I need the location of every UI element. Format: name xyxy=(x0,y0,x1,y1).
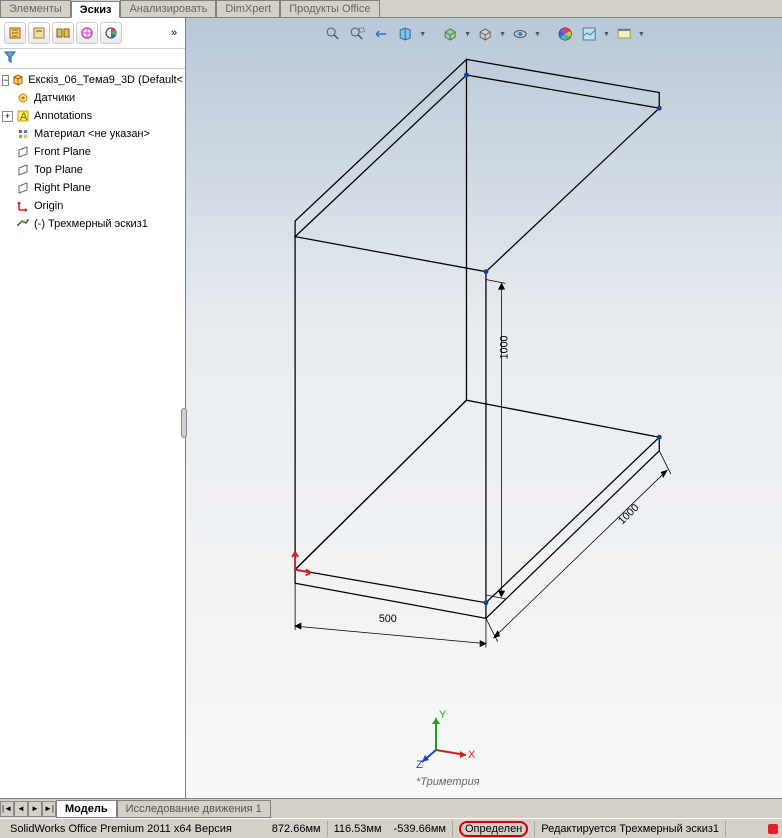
tab-office[interactable]: Продукты Office xyxy=(280,0,379,17)
tree-right-plane[interactable]: Right Plane xyxy=(0,179,185,197)
tree-3dsketch[interactable]: (-) Трехмерный эскиз1 xyxy=(0,215,185,233)
sidebar-expand-icon[interactable]: » xyxy=(167,22,181,44)
tree-3dsketch-label: (-) Трехмерный эскиз1 xyxy=(34,218,148,230)
feature-tree: − Екскіз_06_Тема9_3D (Default< Датчики +… xyxy=(0,69,185,798)
status-coord-1: 872.66мм xyxy=(266,821,328,837)
tree-origin-label: Origin xyxy=(34,200,63,212)
bottom-tab-model[interactable]: Модель xyxy=(56,800,117,818)
status-coord-3: -539.66мм xyxy=(388,821,453,837)
nav-prev-icon[interactable]: ◄ xyxy=(14,801,28,817)
nav-next-icon[interactable]: ► xyxy=(28,801,42,817)
tree-sensors[interactable]: Датчики xyxy=(0,89,185,107)
view-name-label: *Триметрия xyxy=(416,776,480,788)
tree-sensors-label: Датчики xyxy=(34,92,75,104)
annotations-icon: A xyxy=(15,108,31,124)
tree-material-label: Материал <не указан> xyxy=(34,128,150,140)
status-defined: Определен xyxy=(453,821,535,837)
svg-text:A: A xyxy=(20,111,28,123)
expand-icon[interactable]: + xyxy=(2,111,13,122)
dim-depth[interactable]: 1000 xyxy=(616,502,641,527)
tree-root-label: Екскіз_06_Тема9_3D (Default< xyxy=(28,74,183,86)
plane-icon xyxy=(15,162,31,178)
material-icon xyxy=(15,126,31,142)
tree-right-label: Right Plane xyxy=(34,182,91,194)
plane-icon xyxy=(15,180,31,196)
tree-material[interactable]: Материал <не указан> xyxy=(0,125,185,143)
tree-origin[interactable]: Origin xyxy=(0,197,185,215)
status-coord-2: 116.53мм xyxy=(328,821,388,837)
feature-manager-tab-icon[interactable] xyxy=(4,22,26,44)
dim-height[interactable]: 1000 xyxy=(498,335,510,359)
collapse-icon[interactable]: − xyxy=(2,75,9,86)
config-manager-tab-icon[interactable] xyxy=(52,22,74,44)
status-app: SolidWorks Office Premium 2011 x64 Верси… xyxy=(4,821,238,837)
3dsketch-icon xyxy=(15,216,31,232)
tree-front-plane[interactable]: Front Plane xyxy=(0,143,185,161)
plane-icon xyxy=(15,144,31,160)
dimxpert-manager-tab-icon[interactable] xyxy=(76,22,98,44)
filter-row xyxy=(0,49,185,69)
status-indicator-icon xyxy=(768,824,778,834)
command-tabs: Элементы Эскиз Анализировать DimXpert Пр… xyxy=(0,0,782,18)
dim-width[interactable]: 500 xyxy=(379,613,397,625)
main-area: » − Екскіз_06_Тема9_3D (Default< Датчики… xyxy=(0,18,782,798)
tree-top-label: Top Plane xyxy=(34,164,83,176)
nav-last-icon[interactable]: ►| xyxy=(42,801,56,817)
filter-icon[interactable] xyxy=(4,51,18,65)
property-manager-tab-icon[interactable] xyxy=(28,22,50,44)
status-defined-highlight: Определен xyxy=(459,821,528,837)
tree-front-label: Front Plane xyxy=(34,146,91,158)
part-icon xyxy=(11,72,25,88)
origin-icon xyxy=(15,198,31,214)
bottom-tab-motion[interactable]: Исследование движения 1 xyxy=(117,800,271,818)
model-3d-sketch: 1000 1000 500 xyxy=(186,38,782,778)
feature-manager: » − Екскіз_06_Тема9_3D (Default< Датчики… xyxy=(0,18,186,798)
tab-features[interactable]: Элементы xyxy=(0,0,71,17)
tree-top-plane[interactable]: Top Plane xyxy=(0,161,185,179)
triad-x-label: X xyxy=(468,749,476,761)
tab-dimxpert[interactable]: DimXpert xyxy=(216,0,280,17)
triad-y-label: Y xyxy=(439,710,447,721)
tab-evaluate[interactable]: Анализировать xyxy=(120,0,216,17)
graphics-viewport[interactable]: ▼ ▼ ▼ ▼ ▼ ▼ xyxy=(186,18,782,798)
sidebar-toolbar: » xyxy=(0,18,185,49)
tab-nav-buttons: |◄ ◄ ► ►| xyxy=(0,801,56,817)
nav-first-icon[interactable]: |◄ xyxy=(0,801,14,817)
bottom-tab-bar: |◄ ◄ ► ►| Модель Исследование движения 1 xyxy=(0,798,782,818)
sensors-icon xyxy=(15,90,31,106)
display-manager-tab-icon[interactable] xyxy=(100,22,122,44)
tab-sketch[interactable]: Эскиз xyxy=(71,1,121,18)
view-triad: X Y Z xyxy=(416,710,476,770)
tree-annotations-label: Annotations xyxy=(34,110,92,122)
tree-root[interactable]: − Екскіз_06_Тема9_3D (Default< xyxy=(0,71,185,89)
status-editing: Редактируется Трехмерный эскиз1 xyxy=(535,821,726,837)
triad-z-label: Z xyxy=(416,759,423,770)
status-bar: SolidWorks Office Premium 2011 x64 Верси… xyxy=(0,818,782,838)
tree-annotations[interactable]: + A Annotations xyxy=(0,107,185,125)
